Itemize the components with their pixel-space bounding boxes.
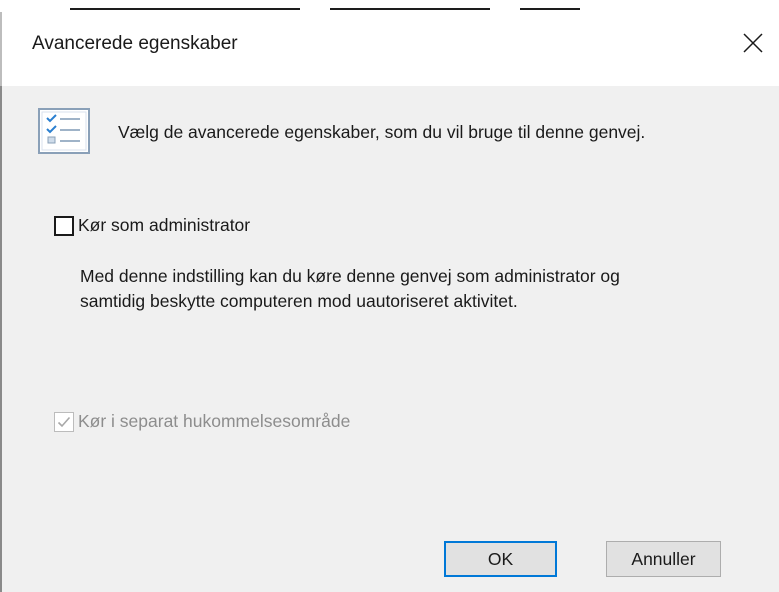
ok-button[interactable]: OK: [444, 541, 557, 577]
background-text-fragment: [520, 8, 580, 10]
separate-memory-option: Kør i separat hukommelsesområde: [54, 411, 350, 432]
dialog-title: Avancerede egenskaber: [32, 33, 238, 54]
run-as-admin-label[interactable]: Kør som administrator: [78, 215, 250, 236]
properties-list-icon: [38, 108, 90, 154]
run-as-admin-checkbox[interactable]: [54, 215, 74, 236]
window-edge: [0, 12, 2, 86]
close-icon: [742, 33, 763, 53]
run-as-admin-option[interactable]: Kør som administrator: [54, 215, 250, 236]
advanced-properties-dialog: Avancerede egenskaber Vælg de avancerede…: [0, 0, 779, 592]
window-edge: [0, 86, 2, 592]
separate-memory-label: Kør i separat hukommelsesområde: [78, 411, 351, 431]
background-text-fragment: [330, 8, 490, 10]
close-button[interactable]: [726, 12, 779, 74]
background-text-fragment: [70, 8, 300, 10]
cancel-button[interactable]: Annuller: [606, 541, 721, 577]
checkmark-icon: [57, 416, 71, 427]
separate-memory-checkbox: [54, 411, 74, 432]
run-as-admin-info: Med denne indstilling kan du køre denne …: [80, 266, 620, 311]
background-window-strip: [0, 0, 779, 13]
dialog-description: Vælg de avancerede egenskaber, som du vi…: [118, 122, 646, 142]
title-bar: Avancerede egenskaber: [0, 0, 779, 86]
